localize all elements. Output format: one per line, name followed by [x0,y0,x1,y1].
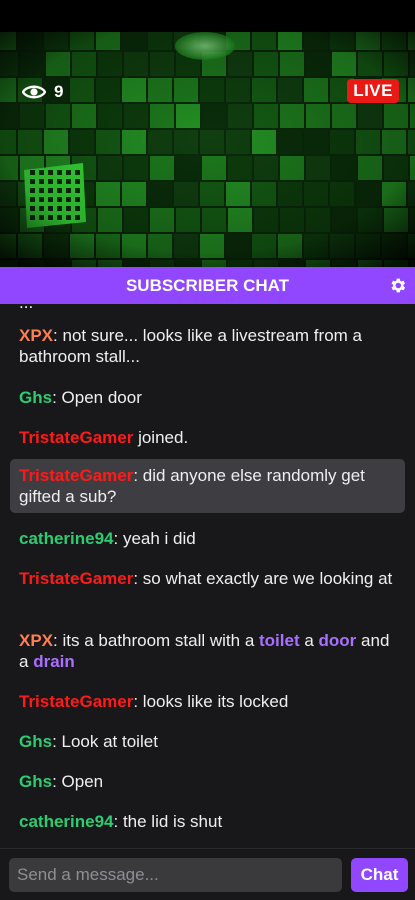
chat-separator: : [52,732,62,751]
chat-header: SUBSCRIBER CHAT [0,267,415,304]
chat-text: the lid is shut [122,812,223,831]
viewer-count-value: 9 [54,82,64,101]
night-vision-feed [0,32,415,267]
chat-username[interactable]: catherine94 [19,812,114,831]
video-player[interactable]: 9 LIVE [0,32,415,267]
chat-message: catherine94: yeah i did [10,528,405,549]
chat-username[interactable]: XPX [19,326,53,345]
chat-username[interactable]: Ghs [19,772,52,791]
chat-separator: : [52,388,62,407]
status-bar [0,0,415,32]
chat-keyword[interactable]: drain [33,652,75,671]
chat-separator: : [133,466,143,485]
live-badge: LIVE [347,79,399,103]
gear-icon[interactable] [388,276,407,295]
chat-separator: : [113,812,123,831]
chat-text: yeah i did [122,529,196,548]
chat-messages[interactable]: ... XPX: not sure... looks like a livest… [0,304,415,848]
chat-title: SUBSCRIBER CHAT [125,275,290,295]
chat-username[interactable]: TristateGamer [19,569,133,588]
chat-text: Open [61,772,104,791]
chat-message: TristateGamer: so what exactly are we lo… [10,568,405,589]
partial-message: ... [19,304,33,313]
viewer-count: 9 [22,82,63,102]
chat-keyword[interactable]: door [319,631,357,650]
eye-icon [22,84,46,100]
chat-separator: : [133,692,143,711]
chat-text: looks like its locked [142,692,289,711]
stream-app: 9 LIVE SUBSCRIBER CHAT ... XPX: not sure… [0,0,415,900]
chat-composer: Chat [0,848,415,900]
chat-text: a [299,631,319,650]
chat-text: its a bathroom stall with a [62,631,260,650]
chat-username[interactable]: XPX [19,631,53,650]
chat-username[interactable]: TristateGamer [19,466,133,485]
chat-message: Ghs: Look at toilet [10,731,405,752]
chat-message-highlighted: TristateGamer: did anyone else randomly … [10,459,405,513]
chat-keyword[interactable]: toilet [259,631,300,650]
chat-separator: : [113,529,123,548]
chat-message: TristateGamer joined. [10,427,405,448]
message-input[interactable] [9,858,342,892]
chat-text: joined. [138,428,189,447]
chat-text: Look at toilet [61,732,158,751]
chat-text: Open door [61,388,142,407]
chat-username[interactable]: Ghs [19,732,52,751]
chat-username[interactable]: Ghs [19,388,52,407]
chat-username[interactable]: catherine94 [19,529,114,548]
chat-send-button[interactable]: Chat [351,858,408,892]
chat-message: Ghs: Open [10,771,405,792]
chat-separator: : [133,569,143,588]
chat-message: TristateGamer: looks like its locked [10,691,405,712]
chat-message: Ghs: Open door [10,387,405,408]
chat-message: XPX: not sure... looks like a livestream… [10,325,405,367]
chat-text: so what exactly are we looking at [142,569,393,588]
chat-text: not sure... looks like a livestream from… [19,326,362,366]
chat-username[interactable]: TristateGamer [19,692,133,711]
chat-username[interactable]: TristateGamer [19,428,133,447]
chat-message: XPX: its a bathroom stall with a toilet … [10,630,405,672]
chat-separator: : [52,772,62,791]
chat-message: catherine94: the lid is shut [10,811,405,832]
